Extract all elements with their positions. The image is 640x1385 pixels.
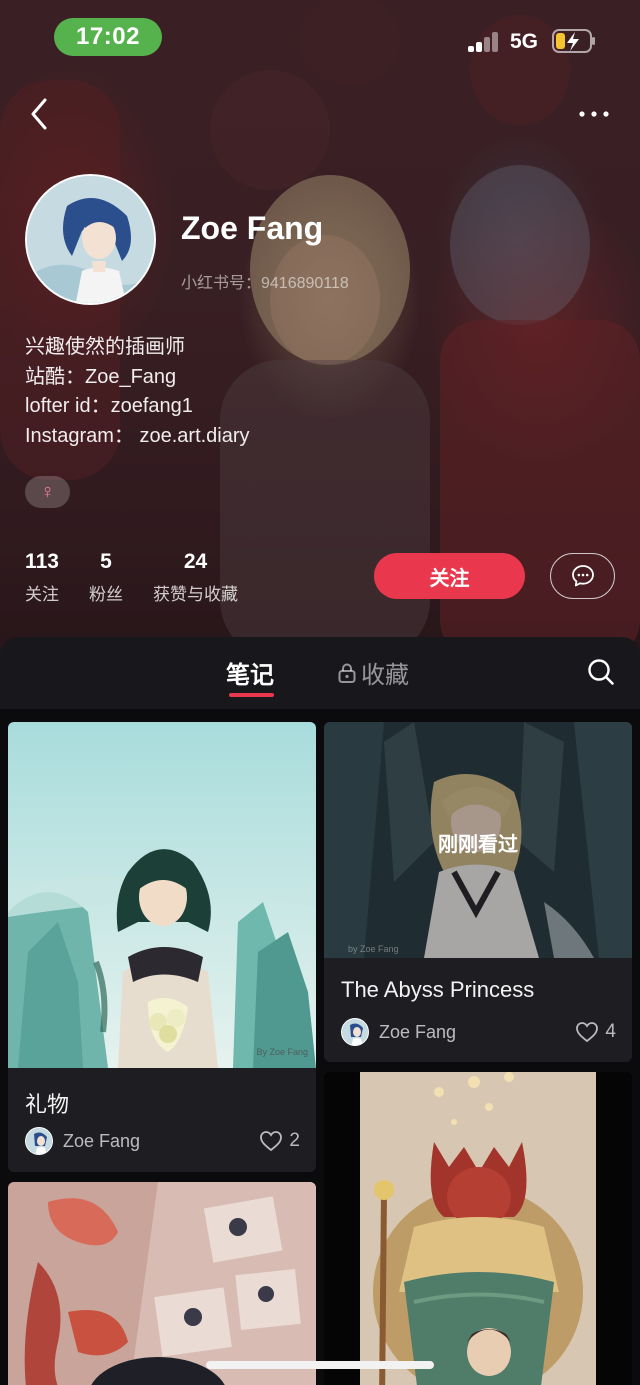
note-cover-image	[324, 1072, 632, 1385]
bio-line: 兴趣使然的插画师	[25, 336, 185, 358]
tab-notes[interactable]: 笔记	[226, 655, 274, 690]
author-name: Zoe Fang	[63, 1130, 141, 1151]
note-author[interactable]: Zoe Fang	[25, 1127, 140, 1155]
note-card[interactable]: 刚刚看过 by Zoe Fang The Abyss Princess Zoe …	[324, 722, 632, 1062]
stat-followers[interactable]: 5 粉丝	[89, 550, 123, 605]
stat-following[interactable]: 113 关注	[25, 550, 59, 605]
note-card[interactable]	[324, 1072, 632, 1385]
profile-avatar[interactable]	[25, 174, 156, 305]
stat-label: 获赞与收藏	[153, 585, 238, 604]
note-cover-image	[8, 722, 316, 1068]
bio-line: 站酷：Zoe_Fang	[25, 365, 177, 388]
home-indicator[interactable]	[206, 1361, 434, 1369]
stat-value: 113	[25, 550, 59, 573]
like-control[interactable]: 4	[575, 1021, 616, 1043]
artist-signature: By Zoe Fang	[256, 1047, 308, 1057]
profile-stats: 113 关注 5 粉丝 24 获赞与收藏	[25, 550, 268, 605]
author-avatar	[25, 1127, 53, 1155]
heart-icon	[576, 1022, 599, 1043]
search-icon[interactable]	[586, 657, 616, 687]
message-button[interactable]	[550, 553, 615, 599]
more-options-icon[interactable]	[572, 100, 616, 128]
status-time: 17:02	[54, 18, 162, 56]
battery-icon	[552, 29, 595, 53]
note-title: The Abyss Princess	[341, 977, 535, 1002]
notes-feed: By Zoe Fang 礼物 Zoe Fang 2 刚刚看过 by Zoe Fa…	[0, 709, 640, 1385]
tab-collections[interactable]: 收藏	[337, 655, 409, 690]
bio-line: Instagram： zoe.art.diary	[25, 424, 250, 447]
author-name: Zoe Fang	[379, 1021, 457, 1042]
bio-line: lofter id：zoefang1	[25, 395, 193, 417]
status-bar: 17:02 5G	[0, 0, 640, 80]
tab-collections-label: 收藏	[361, 662, 409, 689]
note-cover-image	[8, 1182, 316, 1385]
author-avatar	[341, 1018, 369, 1046]
note-author[interactable]: Zoe Fang	[341, 1018, 456, 1046]
back-icon[interactable]	[22, 94, 62, 134]
profile-id: 小红书号：9416890118	[181, 275, 349, 292]
content-tabs: 笔记 收藏	[0, 637, 640, 709]
like-control[interactable]: 2	[259, 1130, 300, 1152]
artist-signature: by Zoe Fang	[348, 944, 399, 954]
active-tab-indicator	[229, 693, 274, 697]
chat-bubble-icon	[571, 565, 594, 587]
stat-label: 关注	[25, 585, 59, 604]
recently-viewed-overlay: 刚刚看过	[438, 834, 518, 856]
stat-likes-and-collects[interactable]: 24 获赞与收藏	[153, 550, 238, 605]
heart-icon	[260, 1131, 283, 1152]
note-title: 礼物	[25, 1092, 70, 1117]
stat-label: 粉丝	[89, 585, 123, 604]
stat-value: 24	[183, 550, 208, 573]
profile-name: Zoe Fang	[181, 210, 324, 246]
network-type: 5G	[510, 30, 539, 53]
gender-female-icon: ♀	[25, 476, 70, 508]
follow-button[interactable]: 关注	[374, 553, 525, 599]
profile-bio: 兴趣使然的插画师 站酷：Zoe_Fang lofter id：zoefang1 …	[25, 333, 250, 451]
lock-icon	[338, 663, 356, 683]
like-count: 2	[289, 1130, 300, 1151]
signal-icon	[468, 32, 500, 52]
stat-value: 5	[100, 550, 112, 573]
like-count: 4	[605, 1021, 616, 1042]
note-card[interactable]: By Zoe Fang 礼物 Zoe Fang 2	[8, 722, 316, 1172]
note-card[interactable]	[8, 1182, 316, 1385]
